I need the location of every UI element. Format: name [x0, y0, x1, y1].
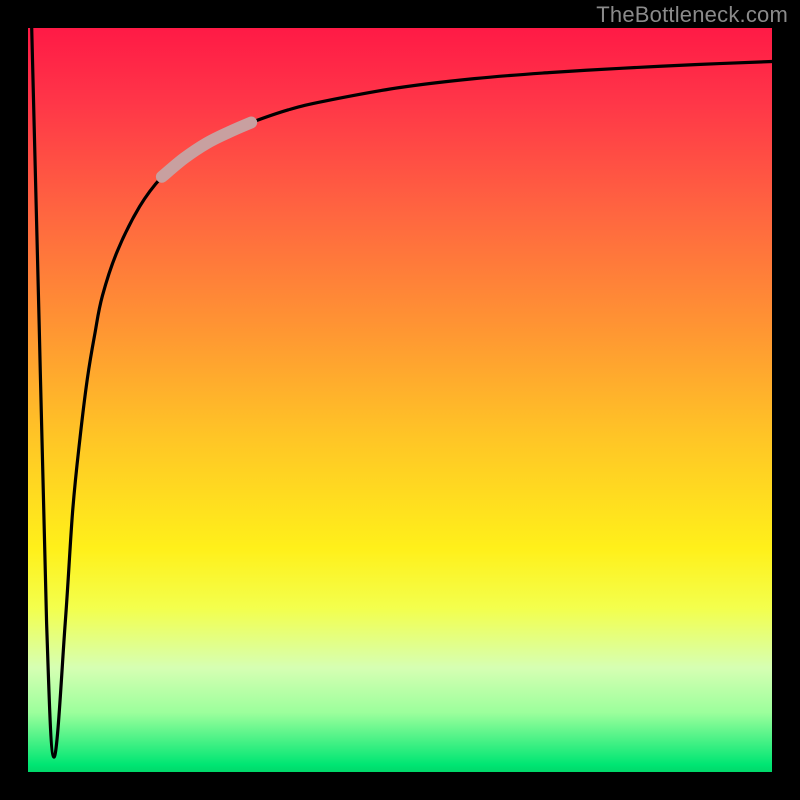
watermark-text: TheBottleneck.com — [596, 2, 788, 28]
curve-layer — [28, 28, 772, 772]
plot-area — [28, 28, 772, 772]
highlight-segment — [162, 123, 251, 177]
bottleneck-curve — [32, 28, 772, 757]
chart-frame: TheBottleneck.com — [0, 0, 800, 800]
